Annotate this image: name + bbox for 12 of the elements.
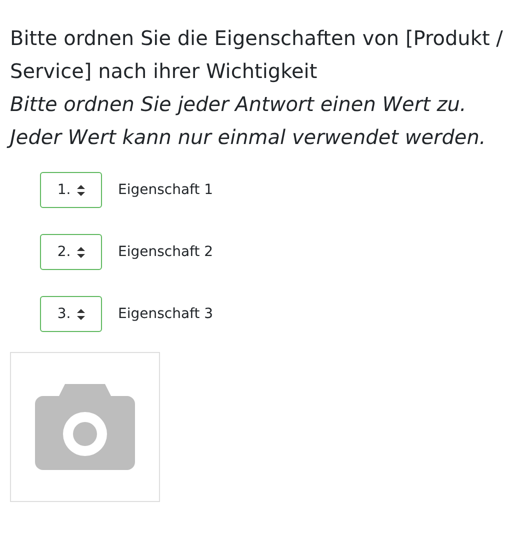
rank-select[interactable]: 3. xyxy=(40,296,102,332)
item-label: Eigenschaft 1 xyxy=(118,180,214,200)
question-text: Bitte ordnen Sie die Eigenschaften von [Produkt / Service] nach ihrer Wichtigkeit xyxy=(10,25,504,85)
rank-select[interactable]: 1. xyxy=(40,172,102,208)
item-label: Eigenschaft 3 xyxy=(118,304,214,324)
sort-caret-icon xyxy=(76,246,85,258)
camera-icon xyxy=(35,384,135,470)
item-label: Eigenschaft 2 xyxy=(118,242,214,262)
rank-select[interactable]: 2. xyxy=(40,234,102,270)
sort-caret-icon xyxy=(76,308,85,320)
sort-caret-icon xyxy=(76,184,85,196)
instruction-text: Bitte ordnen Sie jeder Antwort einen Wert zu. xyxy=(10,91,468,118)
